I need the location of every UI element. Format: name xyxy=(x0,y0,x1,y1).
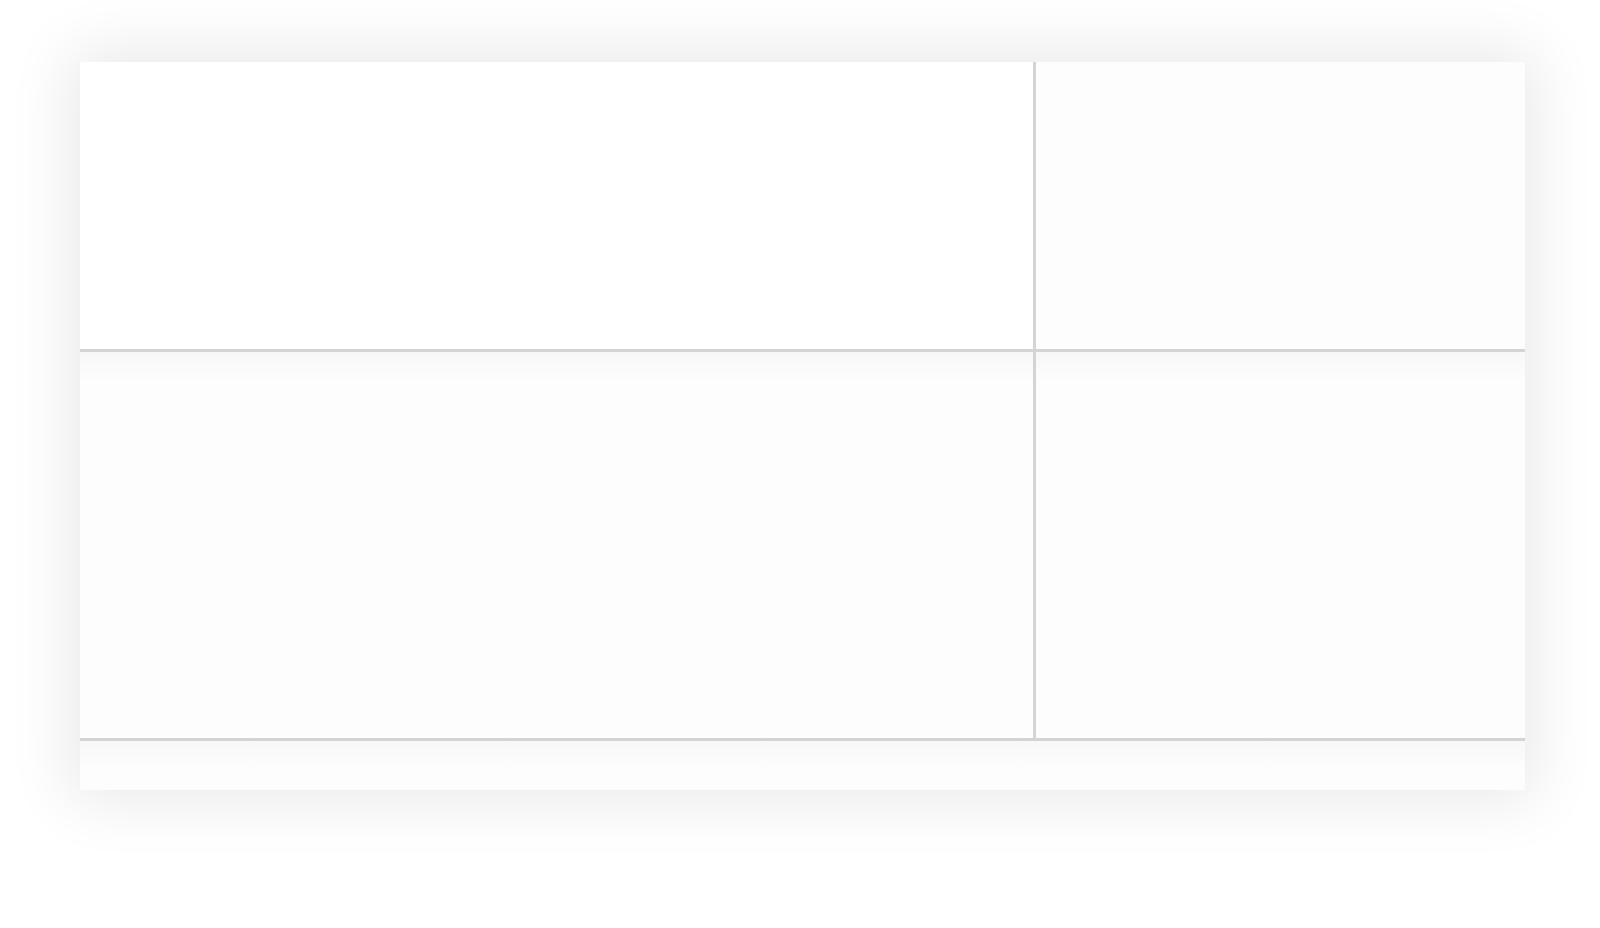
page-canvas xyxy=(0,0,1600,928)
cell-middle-right-shade xyxy=(1036,352,1525,382)
row-divider-1 xyxy=(80,349,1525,352)
cell-top-left[interactable] xyxy=(80,62,1033,349)
column-divider xyxy=(1033,62,1036,738)
cell-middle-left[interactable] xyxy=(80,352,1033,738)
cell-middle-left-shade xyxy=(80,352,1033,382)
cell-top-right[interactable] xyxy=(1036,62,1525,349)
grid-panel xyxy=(80,62,1525,790)
cell-middle-right[interactable] xyxy=(1036,352,1525,738)
cell-bottom-strip[interactable] xyxy=(80,741,1525,790)
cell-bottom-strip-shade xyxy=(80,741,1525,771)
row-divider-2 xyxy=(80,738,1525,741)
